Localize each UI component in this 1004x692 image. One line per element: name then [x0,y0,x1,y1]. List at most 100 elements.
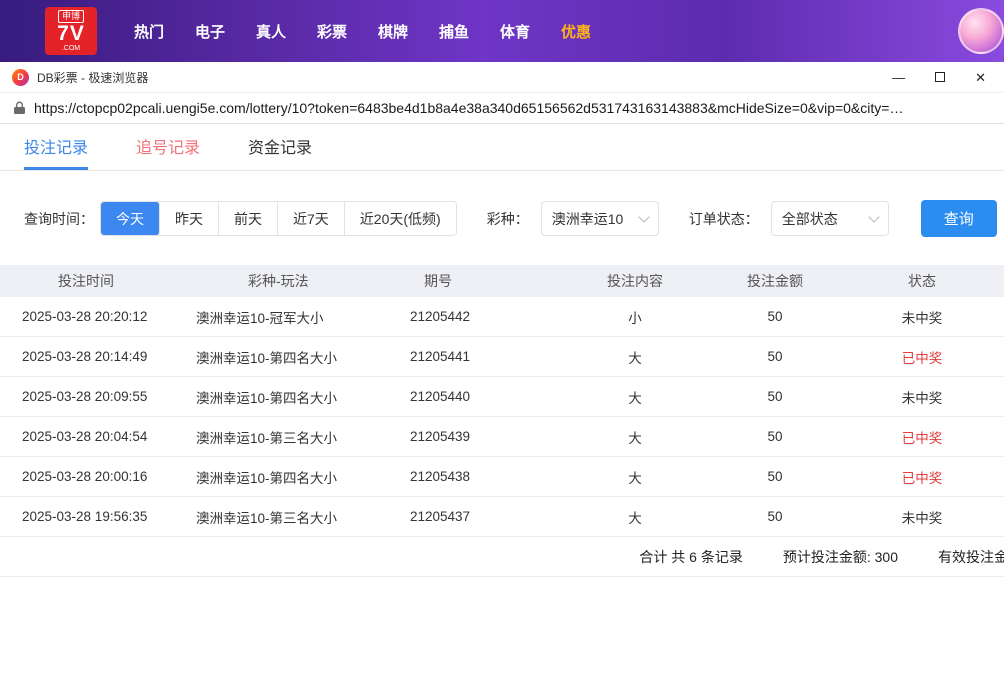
header-amount: 投注金额 [747,273,803,289]
nav-item-live[interactable]: 真人 [255,21,287,42]
header-content: 投注内容 [607,273,663,289]
nav-item-sports[interactable]: 体育 [499,21,531,42]
maximize-icon [935,71,946,82]
close-button[interactable]: ✕ [975,71,986,84]
site-logo[interactable]: 申博 7V .COM [45,7,97,55]
main-nav: 热门 电子 真人 彩票 棋牌 捕鱼 体育 优惠 [133,21,592,42]
table-row: 2025-03-28 20:04:54 澳洲幸运10-第三名大小 2120543… [0,417,1004,457]
window-titlebar: D DB彩票 - 极速浏览器 — ✕ [0,62,1004,92]
table-row: 2025-03-28 20:14:49 澳洲幸运10-第四名大小 2120544… [0,337,1004,377]
cell-game-play: 澳洲幸运10-第四名大小 [196,390,338,406]
cell-issue: 21205439 [410,429,471,444]
time-range-group: 今天 昨天 前天 近7天 近20天(低频) [100,201,457,236]
tab-fund-records[interactable]: 资金记录 [248,124,312,170]
summary-expected-amount: 预计投注金额: 300 [782,548,898,565]
table-summary-row: 合计 共 6 条记录 预计投注金额: 300 有效投注金额 [0,537,1004,577]
logo-main-text: 7V [57,21,85,45]
time-option-20days[interactable]: 近20天(低频) [344,202,456,235]
cell-status: 未中奖 [901,390,943,406]
cell-issue: 21205442 [410,309,471,324]
lock-icon [14,101,25,115]
table-row: 2025-03-28 19:56:35 澳洲幸运10-第三名大小 2120543… [0,497,1004,537]
cell-issue: 21205437 [410,509,471,524]
cell-amount: 50 [767,309,783,324]
table-row: 2025-03-28 20:20:12 澳洲幸运10-冠军大小 21205442… [0,297,1004,337]
chevron-down-icon [868,210,880,223]
cell-content: 大 [628,390,642,406]
cell-game-play: 澳洲幸运10-第三名大小 [196,430,338,446]
cell-game-play: 澳洲幸运10-第四名大小 [196,470,338,486]
cell-content: 大 [628,510,642,526]
cell-bet-time: 2025-03-28 20:00:16 [22,469,148,484]
header-status: 状态 [908,273,936,289]
cell-bet-time: 2025-03-28 20:04:54 [22,429,148,444]
cell-game-play: 澳洲幸运10-第四名大小 [196,350,338,366]
nav-item-hot[interactable]: 热门 [133,21,165,42]
lottery-filter-label: 彩种： [486,210,529,227]
url-text[interactable]: https://ctopcp02pcali.uengi5e.com/lotter… [34,100,903,116]
time-option-today[interactable]: 今天 [101,202,160,235]
cell-issue: 21205441 [410,349,471,364]
header-game-play: 彩种-玩法 [248,273,309,289]
cell-content: 大 [628,470,642,486]
logo-domain-text: .COM [61,44,81,52]
table-row: 2025-03-28 20:00:16 澳洲幸运10-第四名大小 2120543… [0,457,1004,497]
tab-chase-records[interactable]: 追号记录 [136,124,200,170]
time-option-7days[interactable]: 近7天 [278,202,345,235]
cell-status: 已中奖 [901,430,943,446]
cell-bet-time: 2025-03-28 20:20:12 [22,309,148,324]
cell-status: 未中奖 [901,510,943,526]
window-title: DB彩票 - 极速浏览器 [37,70,149,85]
cell-amount: 50 [767,509,783,524]
cell-amount: 50 [767,349,783,364]
window-controls: — ✕ [892,71,992,84]
order-status-value: 全部状态 [781,210,838,227]
bet-records-table: 投注时间 彩种-玩法 期号 投注内容 投注金额 状态 2025-03-28 20… [0,265,1004,577]
nav-item-lottery[interactable]: 彩票 [316,21,348,42]
cell-game-play: 澳洲幸运10-第三名大小 [196,510,338,526]
logo-tag: 申博 [57,9,84,23]
cell-issue: 21205440 [410,389,471,404]
table-row: 2025-03-28 20:09:55 澳洲幸运10-第四名大小 2120544… [0,377,1004,417]
cell-bet-time: 2025-03-28 19:56:35 [22,509,148,524]
nav-item-slots[interactable]: 电子 [194,21,226,42]
cell-issue: 21205438 [410,469,471,484]
record-tabs: 投注记录 追号记录 资金记录 [0,124,1004,171]
header-issue: 期号 [424,273,452,289]
browser-app-icon: D [12,68,29,86]
time-option-yesterday[interactable]: 昨天 [160,202,219,235]
time-filter-label: 查询时间： [24,210,94,227]
chevron-down-icon [638,210,650,223]
status-filter-label: 订单状态： [688,210,759,227]
cell-content: 小 [628,310,642,326]
table-header-row: 投注时间 彩种-玩法 期号 投注内容 投注金额 状态 [0,265,1004,297]
avatar[interactable] [958,8,1004,54]
cell-amount: 50 [767,389,783,404]
cell-status: 未中奖 [901,310,943,326]
cell-status: 已中奖 [901,350,943,366]
nav-item-fishing[interactable]: 捕鱼 [438,21,470,42]
cell-content: 大 [628,350,642,366]
summary-valid-amount: 有效投注金额 [938,548,1004,565]
minimize-button[interactable]: — [892,71,905,84]
tab-bet-records[interactable]: 投注记录 [24,124,89,170]
cell-game-play: 澳洲幸运10-冠军大小 [196,310,324,326]
header-bet-time: 投注时间 [58,273,114,289]
address-bar[interactable]: https://ctopcp02pcali.uengi5e.com/lotter… [0,92,1004,124]
order-status-select[interactable]: 全部状态 [770,201,889,236]
lottery-select[interactable]: 澳洲幸运10 [540,201,659,236]
time-option-daybefore[interactable]: 前天 [219,202,278,235]
filter-row: 查询时间： 今天 昨天 前天 近7天 近20天(低频) 彩种： 澳洲幸运10 订… [24,200,1004,237]
cell-status: 已中奖 [901,470,943,486]
nav-item-promo[interactable]: 优惠 [560,21,592,42]
cell-bet-time: 2025-03-28 20:14:49 [22,349,148,364]
lottery-select-value: 澳洲幸运10 [551,210,624,227]
cell-bet-time: 2025-03-28 20:09:55 [22,389,148,404]
cell-amount: 50 [767,429,783,444]
summary-total-count: 合计 共 6 条记录 [639,548,743,565]
cell-content: 大 [628,430,642,446]
search-button[interactable]: 查询 [920,200,997,237]
cell-amount: 50 [767,469,783,484]
nav-item-cards[interactable]: 棋牌 [377,21,409,42]
maximize-button[interactable] [935,71,946,84]
